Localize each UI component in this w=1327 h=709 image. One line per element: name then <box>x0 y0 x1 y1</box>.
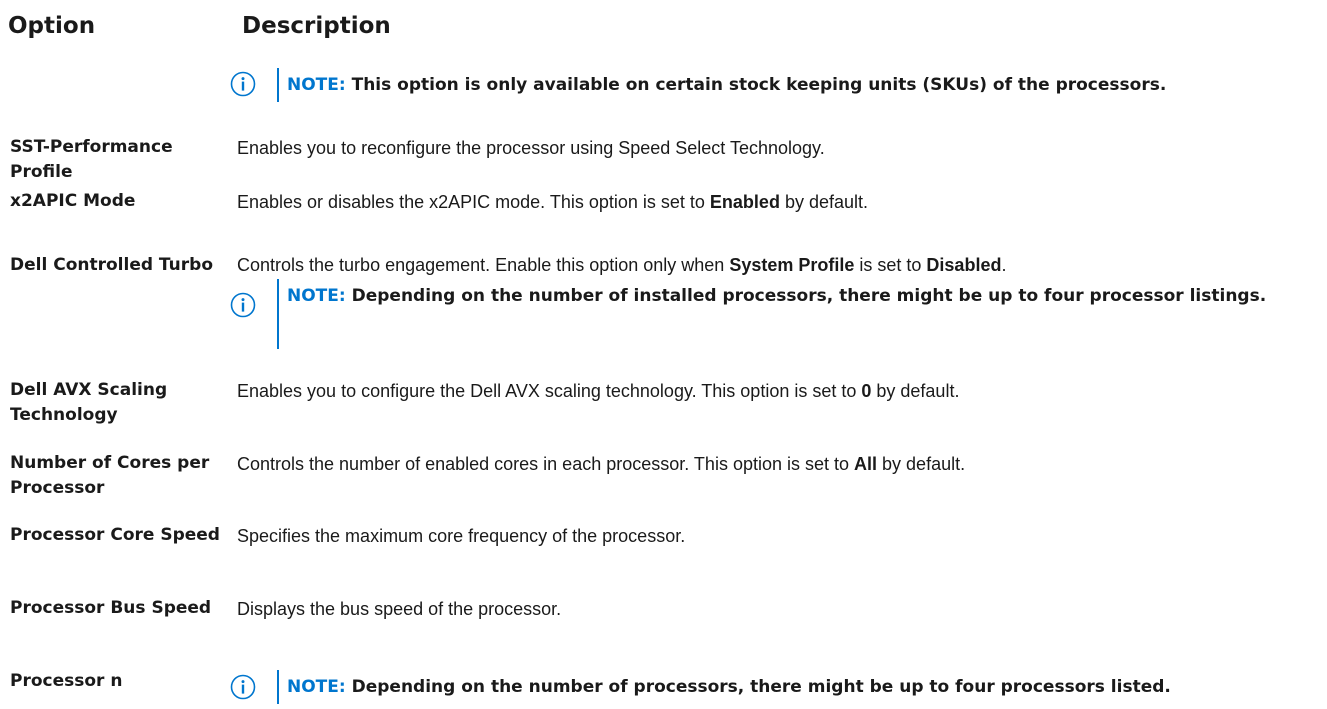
option-processor-n: Processor n <box>10 671 123 691</box>
option-processor-bus-speed: Processor Bus Speed <box>10 598 212 618</box>
description-processor-bus-speed: Displays the bus speed of the processor. <box>237 599 562 619</box>
description-dell-avx-scaling-technology: Enables you to configure the Dell AVX sc… <box>237 381 960 401</box>
note-label: NOTE: <box>287 75 346 95</box>
note-top: NOTE: This option is only available on c… <box>287 69 1166 102</box>
option-dell-avx-scaling-technology: Dell AVX Scaling Technology <box>10 380 168 425</box>
info-icon <box>230 71 256 97</box>
note-text: Depending on the number of installed pro… <box>351 286 1267 306</box>
note-processor-n: NOTE: Depending on the number of process… <box>287 671 1171 704</box>
info-icon <box>230 292 256 318</box>
note-dell-controlled-turbo: NOTE: Depending on the number of install… <box>287 280 1317 313</box>
option-processor-core-speed: Processor Core Speed <box>10 525 220 545</box>
option-number-of-cores-per-processor: Number of Cores per Processor <box>10 453 210 498</box>
option-dell-controlled-turbo: Dell Controlled Turbo <box>10 255 213 275</box>
info-icon <box>230 674 256 700</box>
option-sst-performance-profile: SST-Performance Profile <box>10 137 173 182</box>
note-text: This option is only available on certain… <box>351 75 1167 95</box>
note-text: Depending on the number of processors, t… <box>351 677 1171 697</box>
note-label: NOTE: <box>287 677 346 697</box>
note-bar <box>277 670 279 704</box>
column-header-option: Option <box>8 13 96 39</box>
note-bar <box>277 68 279 102</box>
note-label: NOTE: <box>287 286 346 306</box>
description-number-of-cores-per-processor: Controls the number of enabled cores in … <box>237 454 966 474</box>
column-header-description: Description <box>242 13 391 39</box>
description-dell-controlled-turbo: Controls the turbo engagement. Enable th… <box>237 255 1007 275</box>
description-sst-performance-profile: Enables you to reconfigure the processor… <box>237 138 825 158</box>
description-processor-core-speed: Specifies the maximum core frequency of … <box>237 526 686 546</box>
description-x2apic-mode: Enables or disables the x2APIC mode. Thi… <box>237 192 868 212</box>
option-x2apic-mode: x2APIC Mode <box>10 191 136 211</box>
note-bar <box>277 279 279 349</box>
